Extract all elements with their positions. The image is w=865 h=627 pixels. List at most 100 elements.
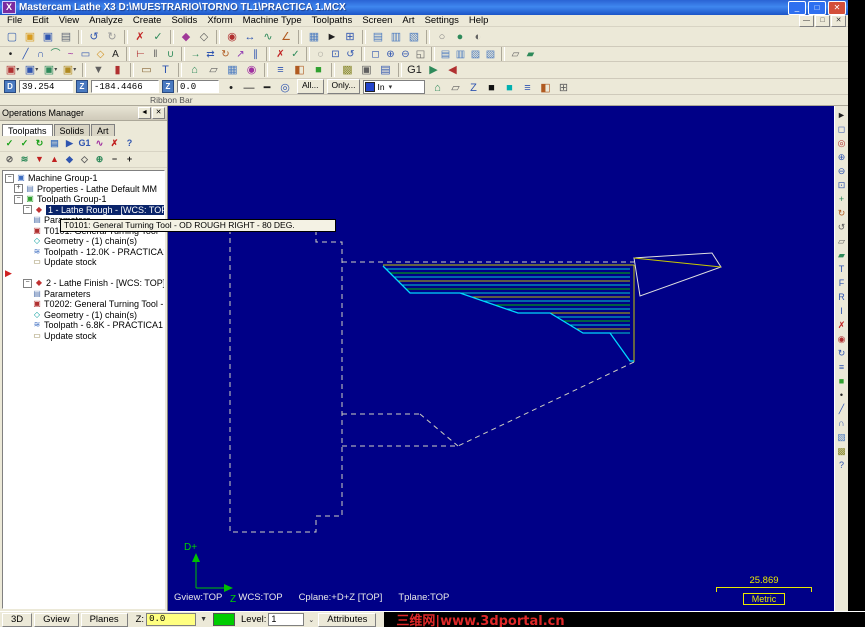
tree-expander[interactable]: +: [14, 184, 23, 194]
lock-ops-icon[interactable]: ⊘: [2, 153, 17, 166]
delete-icon[interactable]: ✗: [131, 29, 149, 45]
close-button[interactable]: ✕: [828, 0, 846, 15]
create-point-icon[interactable]: •: [3, 48, 18, 61]
create-arc-icon[interactable]: ∩: [33, 48, 48, 61]
tree-expander[interactable]: −: [23, 278, 32, 288]
tab-toolpaths[interactable]: Toolpaths: [2, 124, 53, 136]
only-display-icon[interactable]: ◇: [77, 153, 92, 166]
menu-help[interactable]: Help: [464, 15, 494, 26]
material-display-icon[interactable]: ◐: [469, 29, 487, 45]
rt-pan-icon[interactable]: +: [835, 192, 848, 206]
level-dropdown-caret-icon[interactable]: ⌄: [308, 616, 314, 624]
stock-setup-icon[interactable]: ▭: [137, 63, 156, 78]
wireframe-display-icon[interactable]: ▱: [508, 48, 523, 61]
expand-all-icon[interactable]: +: [122, 153, 137, 166]
tree-item[interactable]: ◇ Geometry - (1) chain(s): [3, 310, 164, 321]
ops-options-icon[interactable]: ⊕: [92, 153, 107, 166]
tree-expander[interactable]: −: [14, 194, 23, 204]
post-g1-icon[interactable]: G1: [77, 137, 92, 150]
z2-coordinate-chip[interactable]: Z: [162, 80, 174, 93]
panel-collapse-button[interactable]: ◄: [138, 107, 151, 119]
print-icon[interactable]: ▤: [57, 29, 75, 45]
z-dropdown-caret-icon[interactable]: ▼: [200, 616, 207, 623]
toggle-toolpath-display-icon[interactable]: ≋: [17, 153, 32, 166]
rt-view-right-icon[interactable]: R: [835, 290, 848, 304]
create-spline-icon[interactable]: ~: [63, 48, 78, 61]
rt-wireframe-icon[interactable]: ▱: [835, 234, 848, 248]
rt-line-icon[interactable]: ╱: [835, 402, 848, 416]
line-style-icon[interactable]: —: [240, 80, 258, 95]
rt-view-iso-icon[interactable]: I: [835, 304, 848, 318]
tree-item[interactable]: −◆1 - Lathe Rough - [WCS: TOP] - [Tp: [3, 204, 164, 215]
run-post-icon[interactable]: G1: [405, 63, 424, 78]
shaded-display-icon[interactable]: ▰: [523, 48, 538, 61]
color-swatch-cyan-icon[interactable]: ■: [500, 80, 518, 95]
menu-create[interactable]: Create: [128, 15, 167, 26]
tree-item[interactable]: ▭ Update stock: [3, 331, 164, 342]
rt-shaded-icon[interactable]: ▰: [835, 248, 848, 262]
ops-help-icon[interactable]: ?: [122, 137, 137, 150]
xform-rotate-icon[interactable]: ↻: [218, 48, 233, 61]
statusbar-3d[interactable]: 3D: [2, 612, 33, 627]
grid-settings-icon[interactable]: ▦: [305, 29, 323, 45]
cutoff-icon[interactable]: ▮: [108, 63, 127, 78]
menu-analyze[interactable]: Analyze: [84, 15, 128, 26]
select-only-button[interactable]: Only...: [326, 79, 361, 94]
screen-fit-icon[interactable]: ⊡: [328, 48, 343, 61]
color-swatch-green[interactable]: [213, 613, 236, 626]
wcs-icon[interactable]: ⌂: [185, 63, 204, 78]
line-width-icon[interactable]: ━: [258, 80, 276, 95]
level-field[interactable]: 1: [268, 613, 305, 626]
customize-icon[interactable]: ◇: [195, 29, 213, 45]
menu-xform[interactable]: Xform: [202, 15, 237, 26]
tree-item[interactable]: ≋ Toolpath - 6.8K - PRACTICA1 S: [3, 320, 164, 331]
insert-arrow-row[interactable]: ▶: [3, 268, 164, 279]
grid-icon[interactable]: ▦: [223, 63, 242, 78]
xform-translate-icon[interactable]: →: [188, 48, 203, 61]
zoom-window-icon[interactable]: ◻: [368, 48, 383, 61]
groups-icon[interactable]: ⊞: [554, 80, 572, 95]
d-coordinate-input[interactable]: [19, 80, 73, 93]
rt-zoom-in-icon[interactable]: ⊕: [835, 150, 848, 164]
control-def-icon[interactable]: ▤: [376, 63, 395, 78]
plane-front-icon[interactable]: ▥: [387, 29, 405, 45]
create-line-icon[interactable]: ╱: [18, 48, 33, 61]
verify-icon[interactable]: ▶: [424, 63, 443, 78]
zoom-in-icon[interactable]: ⊕: [383, 48, 398, 61]
rt-point-icon[interactable]: •: [835, 388, 848, 402]
rt-surface-icon[interactable]: ▧: [835, 430, 848, 444]
tree-item[interactable]: − ▣ Toolpath Group-1: [3, 194, 164, 205]
menu-machine-type[interactable]: Machine Type: [238, 15, 307, 26]
menu-art[interactable]: Art: [397, 15, 419, 26]
menu-toolpaths[interactable]: Toolpaths: [307, 15, 358, 26]
panel-close-button[interactable]: ✕: [152, 107, 165, 119]
gview-top-icon[interactable]: ▤: [438, 48, 453, 61]
statusbar-attributes[interactable]: Attributes: [318, 612, 377, 627]
screen-blank-icon[interactable]: ◌: [313, 48, 328, 61]
plane-iso-icon[interactable]: ▧: [405, 29, 423, 45]
toolpath-rough-icon[interactable]: ▣▾: [3, 63, 22, 78]
d-coordinate-chip[interactable]: D: [4, 80, 16, 93]
rt-view-front-icon[interactable]: F: [835, 276, 848, 290]
backplot-ops-icon[interactable]: ▤: [47, 137, 62, 150]
create-polygon-icon[interactable]: ◇: [93, 48, 108, 61]
tree-item[interactable]: ▭ Update stock: [3, 257, 164, 268]
mdi-close-button[interactable]: ✕: [831, 14, 846, 27]
toolpath-thread-icon[interactable]: ▣▾: [60, 63, 79, 78]
drill-icon[interactable]: ▼: [89, 63, 108, 78]
tab-art[interactable]: Art: [91, 124, 115, 136]
z-coordinate-input[interactable]: [91, 80, 159, 93]
join-entities-icon[interactable]: ∪: [163, 48, 178, 61]
xform-mirror-icon[interactable]: ⇄: [203, 48, 218, 61]
snap-icon[interactable]: ◉: [242, 63, 261, 78]
menu-screen[interactable]: Screen: [357, 15, 397, 26]
analyze-position-icon[interactable]: ◉: [223, 29, 241, 45]
tree-item[interactable]: + ▤ Properties - Lathe Default MM: [3, 184, 164, 195]
statusbar-planes[interactable]: Planes: [80, 612, 128, 627]
rt-solids-icon[interactable]: ▩: [835, 444, 848, 458]
rt-view-top-icon[interactable]: T: [835, 262, 848, 276]
ghost-ops-icon[interactable]: ◆: [62, 153, 77, 166]
insert-arrow-down-icon[interactable]: ▼: [32, 153, 47, 166]
planes-ribbon-icon[interactable]: ▱: [446, 80, 464, 95]
rt-zoom-window-icon[interactable]: ◻: [835, 122, 848, 136]
